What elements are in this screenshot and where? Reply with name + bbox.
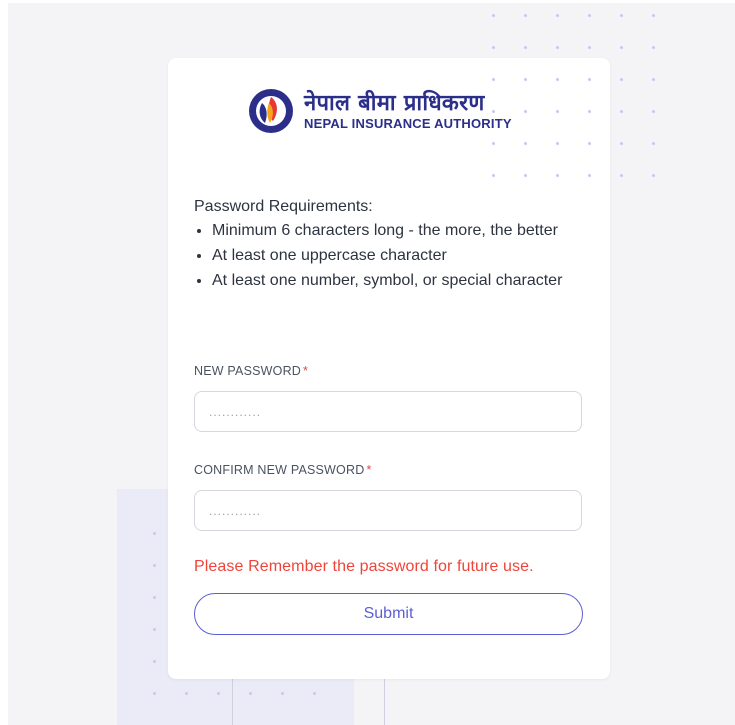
decorative-dot	[652, 174, 655, 177]
decorative-dot	[153, 596, 156, 599]
new-password-label: NEW PASSWORD *	[194, 364, 308, 378]
logo-english-text: NEPAL INSURANCE AUTHORITY	[304, 115, 512, 131]
decorative-dot	[588, 14, 591, 17]
required-mark: *	[303, 364, 309, 378]
decorative-dot	[153, 564, 156, 567]
submit-button[interactable]: Submit	[194, 593, 583, 635]
decorative-dot	[588, 78, 591, 81]
decorative-dot	[492, 78, 495, 81]
decorative-dot	[556, 174, 559, 177]
remember-password-warning: Please Remember the password for future …	[194, 558, 534, 575]
decorative-dot	[217, 692, 220, 695]
confirm-password-label: CONFIRM NEW PASSWORD *	[194, 463, 372, 477]
confirm-password-label-text: CONFIRM NEW PASSWORD	[194, 463, 365, 477]
decorative-dot	[524, 174, 527, 177]
decorative-dot	[556, 142, 559, 145]
decorative-dot	[524, 14, 527, 17]
decorative-dot	[153, 660, 156, 663]
decorative-dot	[492, 110, 495, 113]
decorative-dot	[492, 46, 495, 49]
requirement-item: Minimum 6 characters long - the more, th…	[212, 218, 574, 243]
reset-password-card: नेपाल बीमा प्राधिकरण NEPAL INSURANCE AUT…	[168, 58, 610, 679]
confirm-password-input[interactable]	[194, 490, 582, 531]
new-password-input[interactable]	[194, 391, 582, 432]
decorative-dot	[185, 692, 188, 695]
decorative-dot	[492, 14, 495, 17]
nia-emblem-icon	[249, 89, 293, 133]
requirement-item: At least one uppercase character	[212, 243, 574, 268]
decorative-dot	[620, 142, 623, 145]
requirement-item: At least one number, symbol, or special …	[212, 268, 574, 293]
decorative-dot	[588, 174, 591, 177]
decorative-dot	[652, 110, 655, 113]
decorative-dot	[620, 110, 623, 113]
decorative-dot	[524, 110, 527, 113]
decorative-dot	[620, 174, 623, 177]
decorative-dot	[652, 142, 655, 145]
decorative-dot	[524, 78, 527, 81]
decorative-dot	[652, 14, 655, 17]
decorative-dot	[492, 174, 495, 177]
password-requirements: Password Requirements: Minimum 6 charact…	[194, 197, 574, 293]
logo-nepali-text: नेपाल बीमा प्राधिकरण	[304, 90, 485, 116]
decorative-dot	[556, 14, 559, 17]
decorative-dot	[620, 14, 623, 17]
requirements-list: Minimum 6 characters long - the more, th…	[194, 218, 574, 293]
new-password-label-text: NEW PASSWORD	[194, 364, 302, 378]
decorative-dot	[281, 692, 284, 695]
decorative-dot	[556, 78, 559, 81]
requirements-title: Password Requirements:	[194, 198, 373, 215]
decorative-dot	[652, 46, 655, 49]
decorative-dot	[524, 46, 527, 49]
decorative-dot	[153, 532, 156, 535]
required-mark: *	[366, 463, 372, 477]
decorative-dot	[556, 110, 559, 113]
decorative-dot	[588, 110, 591, 113]
decorative-dot	[153, 692, 156, 695]
decorative-dot	[492, 142, 495, 145]
decorative-dot	[153, 628, 156, 631]
decorative-dot	[620, 78, 623, 81]
decorative-dot	[524, 142, 527, 145]
decorative-dot	[588, 46, 591, 49]
decorative-dot	[556, 46, 559, 49]
decorative-dot	[652, 78, 655, 81]
decorative-dot	[588, 142, 591, 145]
decorative-dot	[620, 46, 623, 49]
decorative-dot	[249, 692, 252, 695]
decorative-dot	[313, 692, 316, 695]
